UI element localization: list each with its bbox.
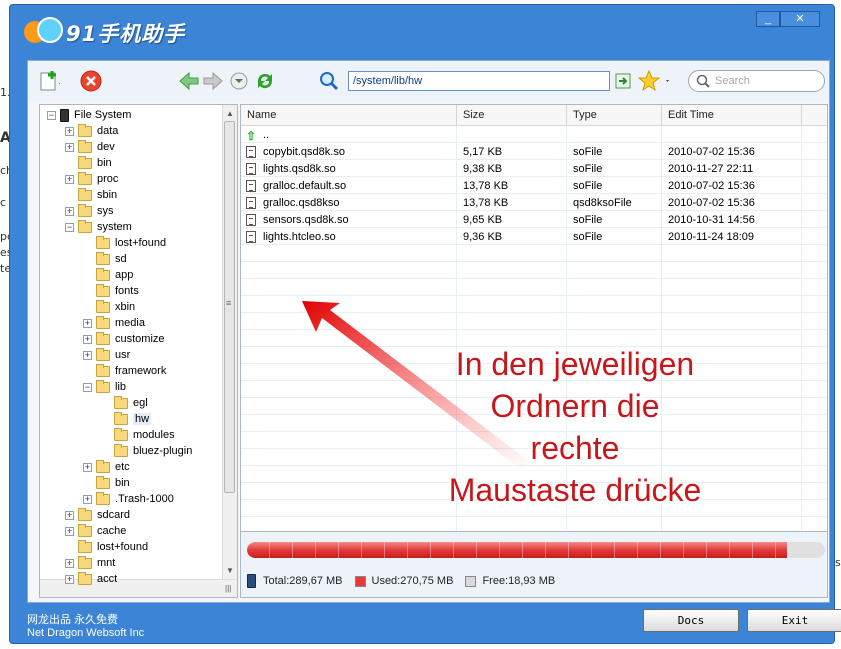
annotation-line: Ordnern die	[490, 388, 660, 424]
annotation-line: rechte	[530, 430, 620, 466]
annotation-text: In den jeweiligen Ordnern die rechte Mau…	[400, 343, 750, 511]
annotation-arrow	[302, 301, 530, 470]
annotation-line: Maustaste drücke	[448, 472, 702, 508]
annotation-line: In den jeweiligen	[455, 346, 695, 382]
